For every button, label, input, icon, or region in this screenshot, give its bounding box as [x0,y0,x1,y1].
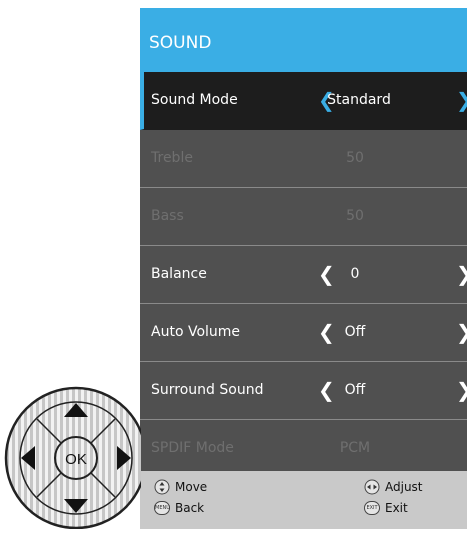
row-value: Off [344,324,366,340]
hint-label: Back [175,501,205,515]
menu-row-auto-volume[interactable]: Auto Volume ❮ Off ❯ [140,304,467,362]
menu-title: SOUND [140,8,467,72]
row-label: Surround Sound [151,382,264,398]
hint-exit: EXIT Exit [364,501,408,515]
key-hint-bar: Move Adjust MENU Back EXIT Exit [140,471,467,529]
row-label: Sound Mode [151,92,238,108]
menu-row-surround-sound[interactable]: Surround Sound ❮ Off ❯ [140,362,467,420]
updown-icon [154,479,170,495]
chevron-right-icon[interactable]: ❯ [456,246,467,303]
menu-row-bass: Bass 50 [140,188,467,246]
chevron-right-icon[interactable]: ❯ [456,362,467,419]
menu-icon: MENU [154,501,170,515]
leftright-icon [364,479,380,495]
row-value: 50 [346,150,364,166]
menu-row-spdif-mode: SPDIF Mode PCM [140,420,467,477]
row-value: 0 [350,266,360,282]
remote-dpad: OK [0,370,148,530]
hint-label: Adjust [385,480,423,494]
dpad-graphic: OK [4,386,148,530]
row-value: 50 [346,208,364,224]
row-value: Standard [327,92,391,108]
hint-label: Exit [385,501,408,515]
row-label: SPDIF Mode [151,440,234,456]
row-label: Auto Volume [151,324,241,340]
menu-row-treble: Treble 50 [140,130,467,188]
hint-adjust: Adjust [364,479,423,495]
row-value: Off [344,382,366,398]
row-label: Bass [151,208,184,224]
sound-menu-panel: SOUND Sound Mode ❮ Standard ❯ Treble 50 … [140,8,467,529]
dpad-ok-button[interactable]: OK [65,451,87,468]
menu-row-sound-mode[interactable]: Sound Mode ❮ Standard ❯ [140,72,467,130]
exit-icon: EXIT [364,501,380,515]
hint-move: Move [154,479,207,495]
row-label: Treble [151,150,193,166]
menu-row-balance[interactable]: Balance ❮ 0 ❯ [140,246,467,304]
chevron-right-icon[interactable]: ❯ [456,304,467,361]
hint-label: Move [175,480,208,494]
row-label: Balance [151,266,207,282]
chevron-right-icon[interactable]: ❯ [456,72,467,129]
row-value: PCM [339,440,371,456]
hint-back: MENU Back [154,501,204,515]
